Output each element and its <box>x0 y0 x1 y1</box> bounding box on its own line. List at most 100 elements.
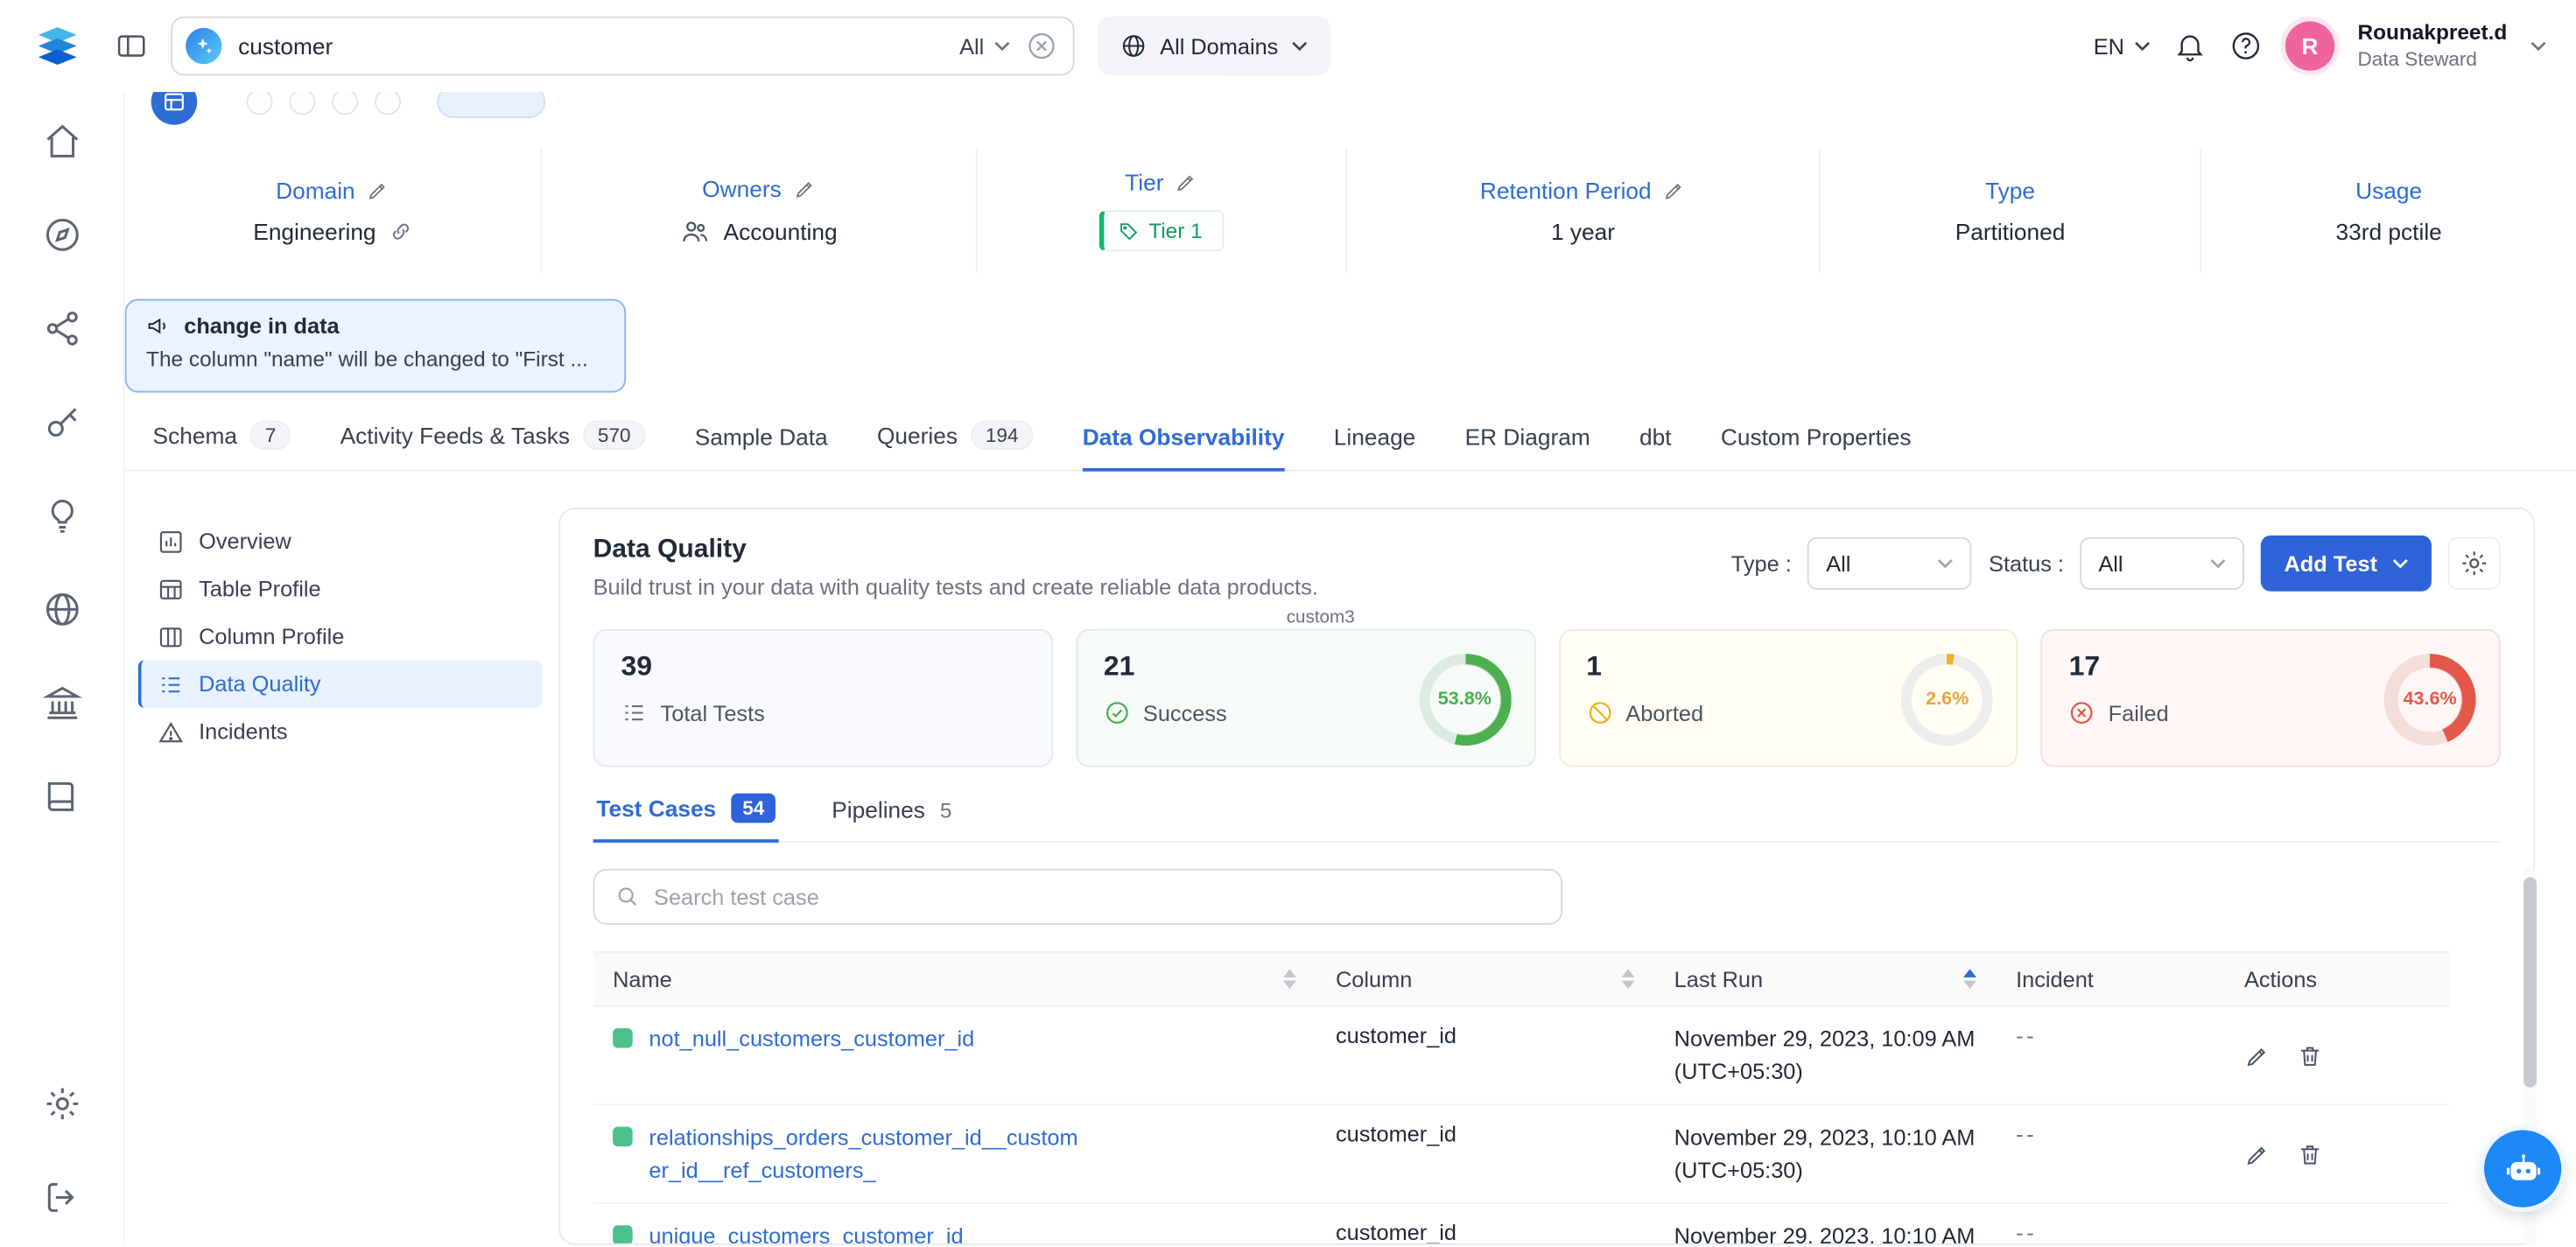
edit-icon[interactable] <box>1176 171 1198 193</box>
tab-lineage[interactable]: Lineage <box>1334 424 1416 471</box>
list-icon <box>621 700 648 726</box>
search-input[interactable] <box>238 33 943 60</box>
logout-icon[interactable] <box>42 1178 81 1217</box>
tier-badge[interactable]: Tier 1 <box>1099 210 1224 251</box>
domain-value[interactable]: Engineering <box>253 218 376 244</box>
home-icon[interactable] <box>42 122 81 161</box>
domains-dropdown[interactable]: All Domains <box>1098 17 1331 76</box>
test-case-search-input[interactable] <box>654 885 1541 909</box>
delete-test-icon[interactable] <box>2297 1240 2323 1245</box>
clear-search-icon[interactable] <box>1027 32 1056 61</box>
submenu-item-column-profile[interactable]: Column Profile <box>138 613 543 660</box>
submenu-item-overview[interactable]: Overview <box>138 517 543 564</box>
tier-value: Tier 1 <box>1148 219 1202 243</box>
success-card: 21 Success 53.8% <box>1076 629 1535 767</box>
slash-circle-icon <box>1586 700 1612 726</box>
table-header: Name Column Last Run Incident Actions <box>593 951 2450 1007</box>
test-cases-count-badge: 54 <box>731 794 776 823</box>
owners-value[interactable]: Accounting <box>724 218 838 244</box>
access-icon[interactable] <box>42 403 81 442</box>
delete-test-icon[interactable] <box>2297 1042 2323 1068</box>
megaphone-icon <box>146 314 171 339</box>
language-dropdown[interactable]: EN <box>2094 33 2151 58</box>
chat-assistant-button[interactable] <box>2484 1130 2561 1207</box>
chevron-down-icon <box>2392 558 2409 568</box>
globe-icon <box>1120 33 1147 60</box>
failed-donut: 43.6% <box>2384 654 2476 746</box>
user-avatar[interactable]: R <box>2285 21 2334 70</box>
search-scope-value: All <box>959 33 984 58</box>
submenu-item-data-quality[interactable]: Data Quality <box>138 661 543 708</box>
edit-icon[interactable] <box>793 177 816 200</box>
tab-count-badge: 570 <box>583 421 645 451</box>
test-case-link[interactable]: unique_customers_customer_id <box>649 1221 963 1245</box>
usage-value: 33rd pctile <box>2336 218 2442 244</box>
tab-dbt[interactable]: dbt <box>1639 424 1672 471</box>
help-icon[interactable] <box>2229 30 2263 63</box>
summary-cards: 39 Total Tests 21 Success 53. <box>593 629 2501 767</box>
user-menu-chevron-icon[interactable] <box>2530 41 2547 51</box>
subtab-pipelines[interactable]: Pipelines 5 <box>829 796 956 843</box>
sort-lastrun-icon[interactable] <box>1963 969 1976 989</box>
announcement-card[interactable]: change in data The column "name" will be… <box>125 299 626 393</box>
submenu-item-incidents[interactable]: Incidents <box>138 708 543 755</box>
settings-gear-icon[interactable] <box>2448 537 2501 590</box>
tab-queries[interactable]: Queries194 <box>877 421 1033 472</box>
settings-icon[interactable] <box>42 1084 81 1124</box>
edit-icon[interactable] <box>1663 179 1686 201</box>
tab-count-badge: 194 <box>971 421 1033 451</box>
ai-search-icon <box>186 28 221 64</box>
sort-column-icon[interactable] <box>1622 969 1635 989</box>
tier-label: Tier <box>1125 169 1163 195</box>
govern-icon[interactable] <box>42 683 81 723</box>
robot-icon <box>2502 1147 2544 1190</box>
delete-test-icon[interactable] <box>2297 1141 2323 1167</box>
entity-action-icon[interactable] <box>332 88 358 115</box>
tab-data-observability[interactable]: Data Observability <box>1083 424 1285 471</box>
tab-sample-data[interactable]: Sample Data <box>695 424 828 471</box>
edit-test-icon[interactable] <box>2244 1042 2271 1068</box>
tab-schema[interactable]: Schema7 <box>153 421 291 472</box>
sidebar-toggle-icon[interactable] <box>115 30 148 63</box>
panel-subtitle: Build trust in your data with quality te… <box>593 575 1318 599</box>
scrollbar-thumb[interactable] <box>2523 877 2537 1087</box>
test-case-link[interactable]: not_null_customers_customer_id <box>649 1023 974 1055</box>
tab-er-diagram[interactable]: ER Diagram <box>1465 424 1590 471</box>
glossary-icon[interactable] <box>42 777 81 816</box>
global-search[interactable]: All <box>171 17 1074 76</box>
lineage-icon[interactable] <box>42 309 81 348</box>
edit-icon[interactable] <box>367 179 390 201</box>
tab-custom-properties[interactable]: Custom Properties <box>1721 424 1912 471</box>
sort-name-icon[interactable] <box>1283 969 1296 989</box>
app-logo-icon[interactable] <box>33 21 82 70</box>
add-test-button[interactable]: Add Test <box>2261 536 2432 592</box>
submenu-item-table-profile[interactable]: Table Profile <box>138 565 543 613</box>
tab-activity-feeds[interactable]: Activity Feeds & Tasks570 <box>340 421 646 472</box>
tooltip-remnant-label: custom3 <box>1287 607 1355 627</box>
notifications-icon[interactable] <box>2173 30 2207 63</box>
entity-action-icon[interactable] <box>289 88 315 115</box>
edit-test-icon[interactable] <box>2244 1141 2271 1167</box>
edit-test-icon[interactable] <box>2244 1240 2271 1245</box>
table-row: unique_customers_customer_id customer_id… <box>593 1204 2450 1244</box>
search-scope-dropdown[interactable]: All <box>959 33 1010 58</box>
total-tests-count: 39 <box>621 650 1025 683</box>
entity-action-icon[interactable] <box>375 88 401 115</box>
type-filter-value: All <box>1826 551 1850 576</box>
type-filter-select[interactable]: All <box>1808 537 1973 590</box>
domains-icon[interactable] <box>42 590 81 629</box>
subtab-test-cases[interactable]: Test Cases 54 <box>593 794 780 843</box>
insights-icon[interactable] <box>42 496 81 536</box>
test-case-search[interactable] <box>593 869 1562 925</box>
explore-icon[interactable] <box>42 215 81 255</box>
entity-action-icon[interactable] <box>247 88 273 115</box>
status-filter-select[interactable]: All <box>2081 537 2245 590</box>
test-status-success-badge <box>613 1226 633 1245</box>
user-info[interactable]: Rounakpreet.d Data Steward <box>2357 20 2507 72</box>
link-icon[interactable] <box>390 220 412 242</box>
test-case-link[interactable]: relationships_orders_customer_id__custom… <box>649 1122 1079 1186</box>
retention-label: Retention Period <box>1480 177 1652 203</box>
table-row: not_null_customers_customer_id customer_… <box>593 1007 2450 1106</box>
chevron-down-icon <box>2134 41 2151 51</box>
column-value: customer_id <box>1316 1007 1654 1104</box>
